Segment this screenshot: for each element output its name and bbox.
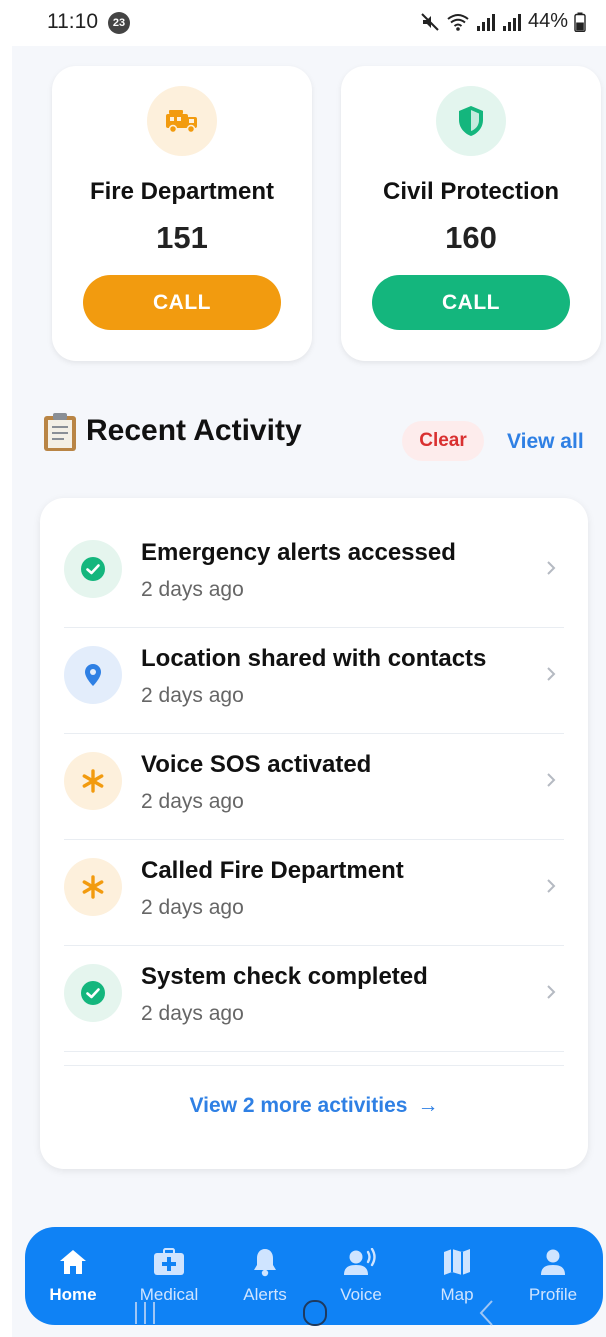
chevron-right-icon [546, 772, 556, 793]
service-card-civil-protection: Civil Protection 160 CALL [341, 66, 601, 361]
activity-item[interactable]: System check completed 2 days ago [64, 946, 564, 1052]
activity-title: Voice SOS activated [141, 751, 372, 778]
status-icons: 44% [420, 10, 586, 33]
bell-icon [217, 1245, 313, 1279]
service-name: Fire Department [89, 178, 275, 205]
signal-icon [476, 12, 496, 32]
recent-activity-list: Emergency alerts accessed 2 days ago Loc… [40, 498, 588, 1169]
activity-title: Called Fire Department [141, 857, 404, 884]
view-more-activities-link[interactable]: View 2 more activities → [40, 1094, 588, 1118]
battery-level: 44% [527, 10, 568, 32]
person-icon [505, 1245, 601, 1279]
home-icon [25, 1245, 121, 1279]
service-number: 151 [156, 220, 208, 255]
call-fire-department-button[interactable]: CALL [83, 275, 281, 330]
mute-icon [420, 12, 440, 32]
view-all-link[interactable]: View all [507, 430, 584, 454]
clipboard-icon [42, 412, 78, 457]
check-circle-icon [64, 964, 122, 1022]
system-navigation-bar [0, 1290, 606, 1337]
voice-icon [313, 1245, 409, 1279]
location-pin-icon [64, 646, 122, 704]
battery-icon [574, 12, 586, 32]
activity-item[interactable]: Emergency alerts accessed 2 days ago [64, 522, 564, 628]
signal-icon-2 [502, 12, 522, 32]
service-card-fire-department: Fire Department 151 CALL [52, 66, 312, 361]
view-more-label: View 2 more activities [189, 1094, 408, 1117]
status-bar: 11:10 23 44% [0, 0, 606, 46]
wifi-icon [446, 12, 470, 32]
notification-count-badge: 23 [108, 12, 130, 34]
activity-time: 2 days ago [141, 1002, 244, 1025]
map-icon [409, 1245, 505, 1279]
activity-title: Emergency alerts accessed [141, 539, 456, 566]
chevron-right-icon [546, 878, 556, 899]
chevron-right-icon [546, 560, 556, 581]
activity-title: Location shared with contacts [141, 645, 487, 672]
activity-time: 2 days ago [141, 578, 244, 601]
recent-activity-header: Recent Activity Clear View all [40, 410, 590, 461]
asterisk-icon [64, 858, 122, 916]
activity-item[interactable]: Location shared with contacts 2 days ago [64, 628, 564, 734]
status-time: 11:10 [47, 10, 98, 33]
list-footer-divider [64, 1065, 564, 1066]
shield-icon [436, 86, 506, 156]
activity-time: 2 days ago [141, 684, 244, 707]
activity-title: System check completed [141, 963, 428, 990]
clear-button[interactable]: Clear [402, 421, 484, 461]
activity-item[interactable]: Voice SOS activated 2 days ago [64, 734, 564, 840]
activity-time: 2 days ago [141, 896, 244, 919]
chevron-right-icon [546, 984, 556, 1005]
chevron-right-icon [546, 666, 556, 687]
activity-time: 2 days ago [141, 790, 244, 813]
back-system-icon[interactable] [475, 1298, 499, 1333]
activity-item[interactable]: Called Fire Department 2 days ago [64, 840, 564, 946]
home-system-icon[interactable] [302, 1298, 328, 1333]
section-title: Recent Activity [86, 414, 302, 447]
service-number: 160 [445, 220, 497, 255]
medical-kit-icon [121, 1245, 217, 1279]
call-civil-protection-button[interactable]: CALL [372, 275, 570, 330]
fire-truck-icon [147, 86, 217, 156]
asterisk-icon [64, 752, 122, 810]
service-name: Civil Protection [382, 178, 560, 205]
check-circle-icon [64, 540, 122, 598]
recent-apps-icon[interactable] [132, 1298, 158, 1333]
arrow-right-icon: → [417, 1094, 439, 1117]
